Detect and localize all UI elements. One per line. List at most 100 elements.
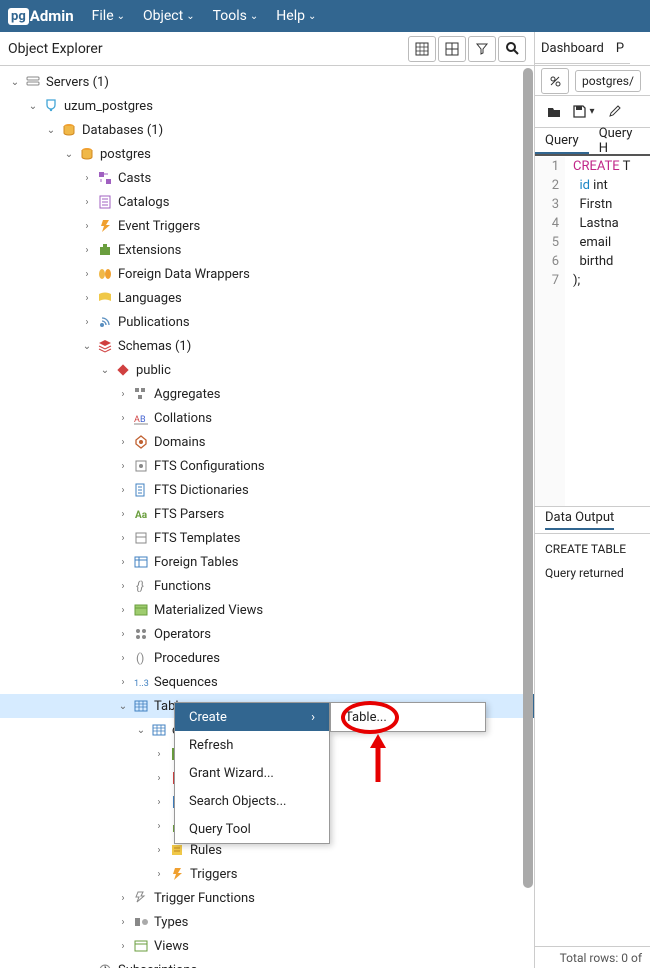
chevron-icon[interactable]: ›: [116, 437, 130, 448]
grid-icon[interactable]: [438, 36, 466, 62]
tree-item-public[interactable]: ⌄public: [0, 358, 534, 382]
chevron-icon[interactable]: ›: [116, 581, 130, 592]
chevron-icon[interactable]: ›: [152, 773, 166, 784]
catalog-icon: [96, 193, 114, 211]
ctx-create[interactable]: Create›: [175, 703, 329, 731]
chevron-icon[interactable]: ›: [116, 533, 130, 544]
menu-file[interactable]: File⌄: [92, 8, 125, 24]
tab-query-history[interactable]: Query H: [589, 128, 650, 154]
tree-item-collations[interactable]: ›ABCollations: [0, 406, 534, 430]
chevron-icon[interactable]: ›: [152, 845, 166, 856]
menu-tools[interactable]: Tools⌄: [213, 8, 259, 24]
tree-item-postgres[interactable]: ⌄postgres: [0, 142, 534, 166]
tab-query[interactable]: Query: [535, 128, 589, 154]
ctx-refresh[interactable]: Refresh: [175, 731, 329, 759]
tree-item-publications[interactable]: ›Publications: [0, 310, 534, 334]
tree-item-types[interactable]: ›Types: [0, 910, 534, 934]
tree-item-sequences[interactable]: ›1..3Sequences: [0, 670, 534, 694]
table-icon: [132, 697, 150, 715]
chevron-icon[interactable]: ›: [116, 413, 130, 424]
chevron-icon[interactable]: ›: [80, 293, 94, 304]
tree-item-fts-configurations[interactable]: ›FTS Configurations: [0, 454, 534, 478]
tree-item-subscriptions[interactable]: ›Subscriptions: [0, 958, 534, 968]
chevron-icon[interactable]: ⌄: [26, 101, 40, 112]
tree-item-fts-parsers[interactable]: ›AaFTS Parsers: [0, 502, 534, 526]
sql-editor[interactable]: 1234567 CREATE T id int Firstn Lastna em…: [535, 156, 650, 506]
tree-item-uzum-postgres[interactable]: ⌄uzum_postgres: [0, 94, 534, 118]
tree-item-schemas-1-[interactable]: ⌄Schemas (1): [0, 334, 534, 358]
connection-icon[interactable]: [541, 68, 569, 94]
tab-dashboard[interactable]: Dashboard: [541, 41, 604, 56]
tree-item-triggers[interactable]: ›Triggers: [0, 862, 534, 886]
tree-item-foreign-data-wrappers[interactable]: ›Foreign Data Wrappers: [0, 262, 534, 286]
chevron-icon[interactable]: ⌄: [80, 341, 94, 352]
chevron-icon[interactable]: ›: [80, 317, 94, 328]
chevron-icon[interactable]: ›: [80, 221, 94, 232]
tree-item-fts-templates[interactable]: ›FTS Templates: [0, 526, 534, 550]
tree-item-procedures[interactable]: ›()Procedures: [0, 646, 534, 670]
tree-item-domains[interactable]: ›Domains: [0, 430, 534, 454]
context-submenu: Table...: [330, 702, 486, 732]
tree-item-extensions[interactable]: ›Extensions: [0, 238, 534, 262]
chevron-icon[interactable]: ›: [116, 461, 130, 472]
open-icon[interactable]: [541, 100, 567, 124]
chevron-icon[interactable]: ⌄: [62, 149, 76, 160]
chevron-icon[interactable]: ›: [116, 557, 130, 568]
context-menu: Create›RefreshGrant Wizard...Search Obje…: [174, 702, 330, 844]
tree-item-servers-1-[interactable]: ⌄Servers (1): [0, 70, 534, 94]
tree-item-operators[interactable]: ›Operators: [0, 622, 534, 646]
chevron-icon[interactable]: ›: [116, 509, 130, 520]
search-icon[interactable]: [498, 36, 526, 62]
save-icon[interactable]: ▾: [571, 100, 597, 124]
tree-item-catalogs[interactable]: ›Catalogs: [0, 190, 534, 214]
chevron-icon[interactable]: ›: [152, 749, 166, 760]
connection-path[interactable]: postgres/: [575, 70, 641, 92]
chevron-icon[interactable]: ›: [116, 605, 130, 616]
layout-columns-icon[interactable]: [408, 36, 436, 62]
chevron-icon[interactable]: ›: [80, 269, 94, 280]
tab-data-output[interactable]: Data Output: [545, 510, 614, 530]
ctx-table-[interactable]: Table...: [331, 703, 485, 731]
chevron-icon[interactable]: ›: [116, 941, 130, 952]
chevron-icon[interactable]: ›: [80, 245, 94, 256]
edit-icon[interactable]: [601, 100, 627, 124]
tfunc-icon: [132, 889, 150, 907]
chevron-icon[interactable]: ›: [80, 197, 94, 208]
chevron-icon[interactable]: ⌄: [116, 701, 130, 712]
chevron-icon[interactable]: ⌄: [8, 77, 22, 88]
ctx-search-objects-[interactable]: Search Objects...: [175, 787, 329, 815]
chevron-icon[interactable]: ›: [116, 917, 130, 928]
chevron-icon[interactable]: ⌄: [134, 725, 148, 736]
ctx-query-tool[interactable]: Query Tool: [175, 815, 329, 843]
tree-item-languages[interactable]: ›Languages: [0, 286, 534, 310]
chevron-icon[interactable]: ⌄: [98, 365, 112, 376]
chevron-icon[interactable]: ›: [80, 173, 94, 184]
chevron-icon[interactable]: ›: [116, 653, 130, 664]
tree-item-trigger-functions[interactable]: ›Trigger Functions: [0, 886, 534, 910]
tree-item-databases-1-[interactable]: ⌄Databases (1): [0, 118, 534, 142]
menu-help[interactable]: Help⌄: [276, 8, 316, 24]
chevron-icon[interactable]: ›: [116, 677, 130, 688]
tree-item-aggregates[interactable]: ›Aggregates: [0, 382, 534, 406]
tab-properties[interactable]: P: [616, 41, 624, 56]
chevron-icon[interactable]: ›: [152, 869, 166, 880]
chevron-icon[interactable]: ›: [116, 485, 130, 496]
chevron-icon[interactable]: ›: [116, 629, 130, 640]
chevron-icon[interactable]: ›: [80, 965, 94, 968]
tree-item-casts[interactable]: ›Casts: [0, 166, 534, 190]
chevron-icon[interactable]: ⌄: [44, 125, 58, 136]
filter-icon[interactable]: [468, 36, 496, 62]
tree-item-foreign-tables[interactable]: ›Foreign Tables: [0, 550, 534, 574]
tree-item-event-triggers[interactable]: ›Event Triggers: [0, 214, 534, 238]
chevron-icon[interactable]: ›: [152, 797, 166, 808]
chevron-icon[interactable]: ›: [116, 389, 130, 400]
chevron-icon[interactable]: ›: [116, 893, 130, 904]
tree-item-materialized-views[interactable]: ›Materialized Views: [0, 598, 534, 622]
chevron-icon[interactable]: ›: [152, 821, 166, 832]
tree-item-views[interactable]: ›Views: [0, 934, 534, 958]
tree-item-fts-dictionaries[interactable]: ›FTS Dictionaries: [0, 478, 534, 502]
ctx-grant-wizard-[interactable]: Grant Wizard...: [175, 759, 329, 787]
menu-object[interactable]: Object⌄: [143, 8, 195, 24]
tree-item-functions[interactable]: ›{}Functions: [0, 574, 534, 598]
scrollbar[interactable]: [523, 68, 533, 966]
